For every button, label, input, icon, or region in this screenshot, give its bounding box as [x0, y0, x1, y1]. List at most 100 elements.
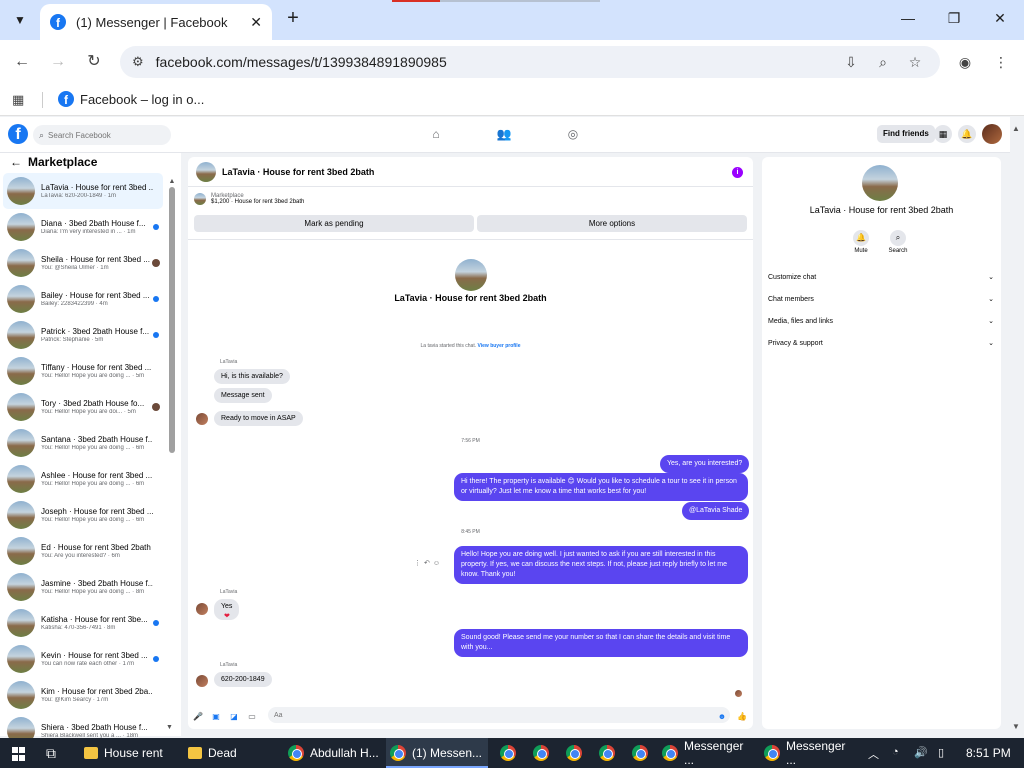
- browser-menu-icon[interactable]: ⋮: [992, 54, 1010, 71]
- bookmark-star-icon[interactable]: ☆: [906, 54, 924, 71]
- more-options-button[interactable]: More options: [477, 215, 747, 232]
- more-icon[interactable]: ⋮: [414, 560, 424, 567]
- reload-icon[interactable]: ↻: [84, 52, 104, 72]
- react-icon[interactable]: ☺: [433, 560, 443, 567]
- scroll-down-icon[interactable]: ▼: [166, 724, 173, 731]
- task-view-icon[interactable]: ⧉: [46, 738, 56, 768]
- back-arrow-icon[interactable]: ←: [10, 155, 22, 169]
- like-thumb-icon[interactable]: 👍: [736, 712, 748, 721]
- conversation-item[interactable]: Jasmine · 3bed 2bath House f... You: Hell…: [3, 569, 163, 605]
- wifi-icon[interactable]: ◔: [892, 746, 899, 758]
- taskbar-item-chrome-1[interactable]: Abdullah H...: [284, 738, 384, 768]
- conversation-item[interactable]: Ed · House for rent 3bed 2bath You: Are y…: [3, 533, 163, 569]
- conversation-item[interactable]: Santana · 3bed 2bath House f... You: Hell…: [3, 425, 163, 461]
- conversation-item[interactable]: Patrick · 3bed 2bath House f... Patrick: …: [3, 317, 163, 353]
- tab-close-icon[interactable]: ✕: [250, 14, 262, 31]
- media-files-links-row[interactable]: Media, files and links ⌄: [768, 313, 994, 329]
- outgoing-message: Hi there! The property is available 😊 Wo…: [454, 473, 748, 501]
- taskbar-item-messenger-1[interactable]: Messenger ...: [658, 738, 756, 768]
- reply-icon[interactable]: ↶: [424, 560, 433, 567]
- conversation-item[interactable]: LaTavia · House for rent 3bed ... LaTavia…: [3, 173, 163, 209]
- conversation-item[interactable]: Bailey · House for rent 3bed ... Bailey: …: [3, 281, 163, 317]
- install-app-icon[interactable]: ⇩: [842, 54, 860, 71]
- taskbar-item-chrome-2[interactable]: [496, 738, 524, 768]
- friends-icon[interactable]: 👥: [496, 127, 512, 141]
- conversation-item[interactable]: Diana · 3bed 2bath House f... Diana: I'm …: [3, 209, 163, 245]
- conversation-list-scrollbar[interactable]: ▲: [168, 178, 176, 734]
- emoji-icon[interactable]: ☻: [716, 712, 728, 721]
- info-icon[interactable]: i: [732, 167, 743, 178]
- forward-arrow-icon[interactable]: →: [48, 52, 68, 72]
- menu-grid-icon[interactable]: ▦: [934, 125, 952, 143]
- conversation-item[interactable]: Joseph · House for rent 3bed ... You: Hel…: [3, 497, 163, 533]
- microphone-icon[interactable]: 🎤: [192, 712, 204, 721]
- taskbar-item-messenger-2[interactable]: Messenger ...: [760, 738, 858, 768]
- address-bar[interactable]: ⚙ facebook.com/messages/t/13993848918909…: [120, 46, 940, 78]
- minimize-icon[interactable]: —: [898, 10, 918, 26]
- battery-icon[interactable]: ▯: [938, 746, 944, 759]
- tab-search-chevron-icon[interactable]: ▼: [8, 8, 32, 32]
- mark-as-pending-button[interactable]: Mark as pending: [194, 215, 474, 232]
- photo-icon[interactable]: ▣: [210, 712, 222, 721]
- marketplace-listing[interactable]: Marketplace $1,200 · House for rent 3bed…: [194, 193, 304, 205]
- chat-title[interactable]: LaTavia · House for rent 3bed 2bath: [222, 167, 374, 177]
- tray-chevron-icon[interactable]: ︿: [868, 746, 879, 762]
- taskbar-item-dead[interactable]: Dead: [184, 738, 274, 768]
- groups-icon[interactable]: ◎: [565, 127, 581, 141]
- message-actions[interactable]: ⋮↶☺: [414, 559, 443, 567]
- message-input[interactable]: [268, 707, 730, 723]
- taskbar-item-chrome-3[interactable]: [529, 738, 557, 768]
- notifications-bell-icon[interactable]: 🔔: [958, 125, 976, 143]
- page-scroll-down-icon[interactable]: ▼: [1012, 722, 1020, 731]
- conversation-item[interactable]: Kim · House for rent 3bed 2ba... You: @Ki…: [3, 677, 163, 713]
- restore-icon[interactable]: ❐: [944, 10, 964, 27]
- sticker-icon[interactable]: ◪: [228, 712, 240, 721]
- apps-grid-icon[interactable]: ▦: [12, 92, 24, 108]
- taskbar-item-house-rent[interactable]: House rent: [80, 738, 176, 768]
- profile-account-icon[interactable]: ◉: [956, 54, 974, 71]
- conversation-item[interactable]: Ashlee · House for rent 3bed ... You: Hel…: [3, 461, 163, 497]
- zoom-icon[interactable]: ⌕: [874, 54, 892, 71]
- find-friends-button[interactable]: Find friends: [877, 125, 935, 143]
- row-label: Customize chat: [768, 273, 817, 281]
- contact-avatar[interactable]: [862, 165, 898, 201]
- chat-avatar[interactable]: [196, 161, 216, 182]
- bookmark-facebook[interactable]: f Facebook – log in o...: [58, 91, 204, 107]
- home-icon[interactable]: ⌂: [428, 127, 444, 141]
- taskbar-item-chrome-4[interactable]: [562, 738, 590, 768]
- window-close-icon[interactable]: ✕: [990, 10, 1010, 27]
- new-tab-plus-icon[interactable]: +: [282, 8, 304, 30]
- taskbar-item-chrome-6[interactable]: [628, 738, 656, 768]
- conversation-avatar: [7, 321, 35, 349]
- view-buyer-profile-link[interactable]: View buyer profile: [478, 343, 521, 349]
- facebook-logo-icon[interactable]: f: [8, 124, 28, 144]
- url-text[interactable]: facebook.com/messages/t/1399384891890985: [156, 54, 447, 70]
- scrollbar-thumb[interactable]: [169, 187, 175, 453]
- conversation-preview: You: Hello! Hope you are doing ... · 6m: [41, 481, 145, 487]
- facebook-search[interactable]: ⌕: [33, 125, 171, 145]
- conversation-item[interactable]: Tory · 3bed 2bath House fo... You: Hello!…: [3, 389, 163, 425]
- clock[interactable]: 8:51 PM: [966, 746, 1011, 760]
- scroll-up-icon[interactable]: ▲: [168, 178, 176, 185]
- taskbar-item-chrome-messenger[interactable]: (1) Messen...: [386, 738, 488, 768]
- taskbar-item-chrome-5[interactable]: [595, 738, 623, 768]
- conversation-item[interactable]: Tiffany · House for rent 3bed ... You: He…: [3, 353, 163, 389]
- taskbar-label: Messenger ...: [684, 739, 744, 767]
- page-scroll-up-icon[interactable]: ▲: [1012, 124, 1020, 133]
- search-action[interactable]: ⌕ Search: [883, 230, 913, 254]
- conversation-item[interactable]: Kevin · House for rent 3bed ... You can n…: [3, 641, 163, 677]
- profile-avatar[interactable]: [982, 124, 1002, 144]
- chat-members-row[interactable]: Chat members ⌄: [768, 291, 994, 307]
- gif-icon[interactable]: ▭: [246, 712, 258, 721]
- conversation-item[interactable]: Katisha · House for rent 3be... Katisha: …: [3, 605, 163, 641]
- search-input[interactable]: [48, 130, 159, 140]
- windows-start-icon[interactable]: [12, 747, 26, 761]
- conversation-item[interactable]: Sheila · House for rent 3bed ... You: @Sh…: [3, 245, 163, 281]
- volume-icon[interactable]: 🔊: [914, 746, 928, 759]
- site-settings-icon[interactable]: ⚙: [132, 54, 144, 70]
- back-arrow-icon[interactable]: ←: [12, 52, 32, 72]
- customize-chat-row[interactable]: Customize chat ⌄: [768, 269, 994, 285]
- browser-tab-messenger[interactable]: f (1) Messenger | Facebook ✕: [40, 4, 272, 40]
- mute-action[interactable]: 🔔 Mute: [846, 230, 876, 254]
- privacy-support-row[interactable]: Privacy & support ⌄: [768, 335, 994, 351]
